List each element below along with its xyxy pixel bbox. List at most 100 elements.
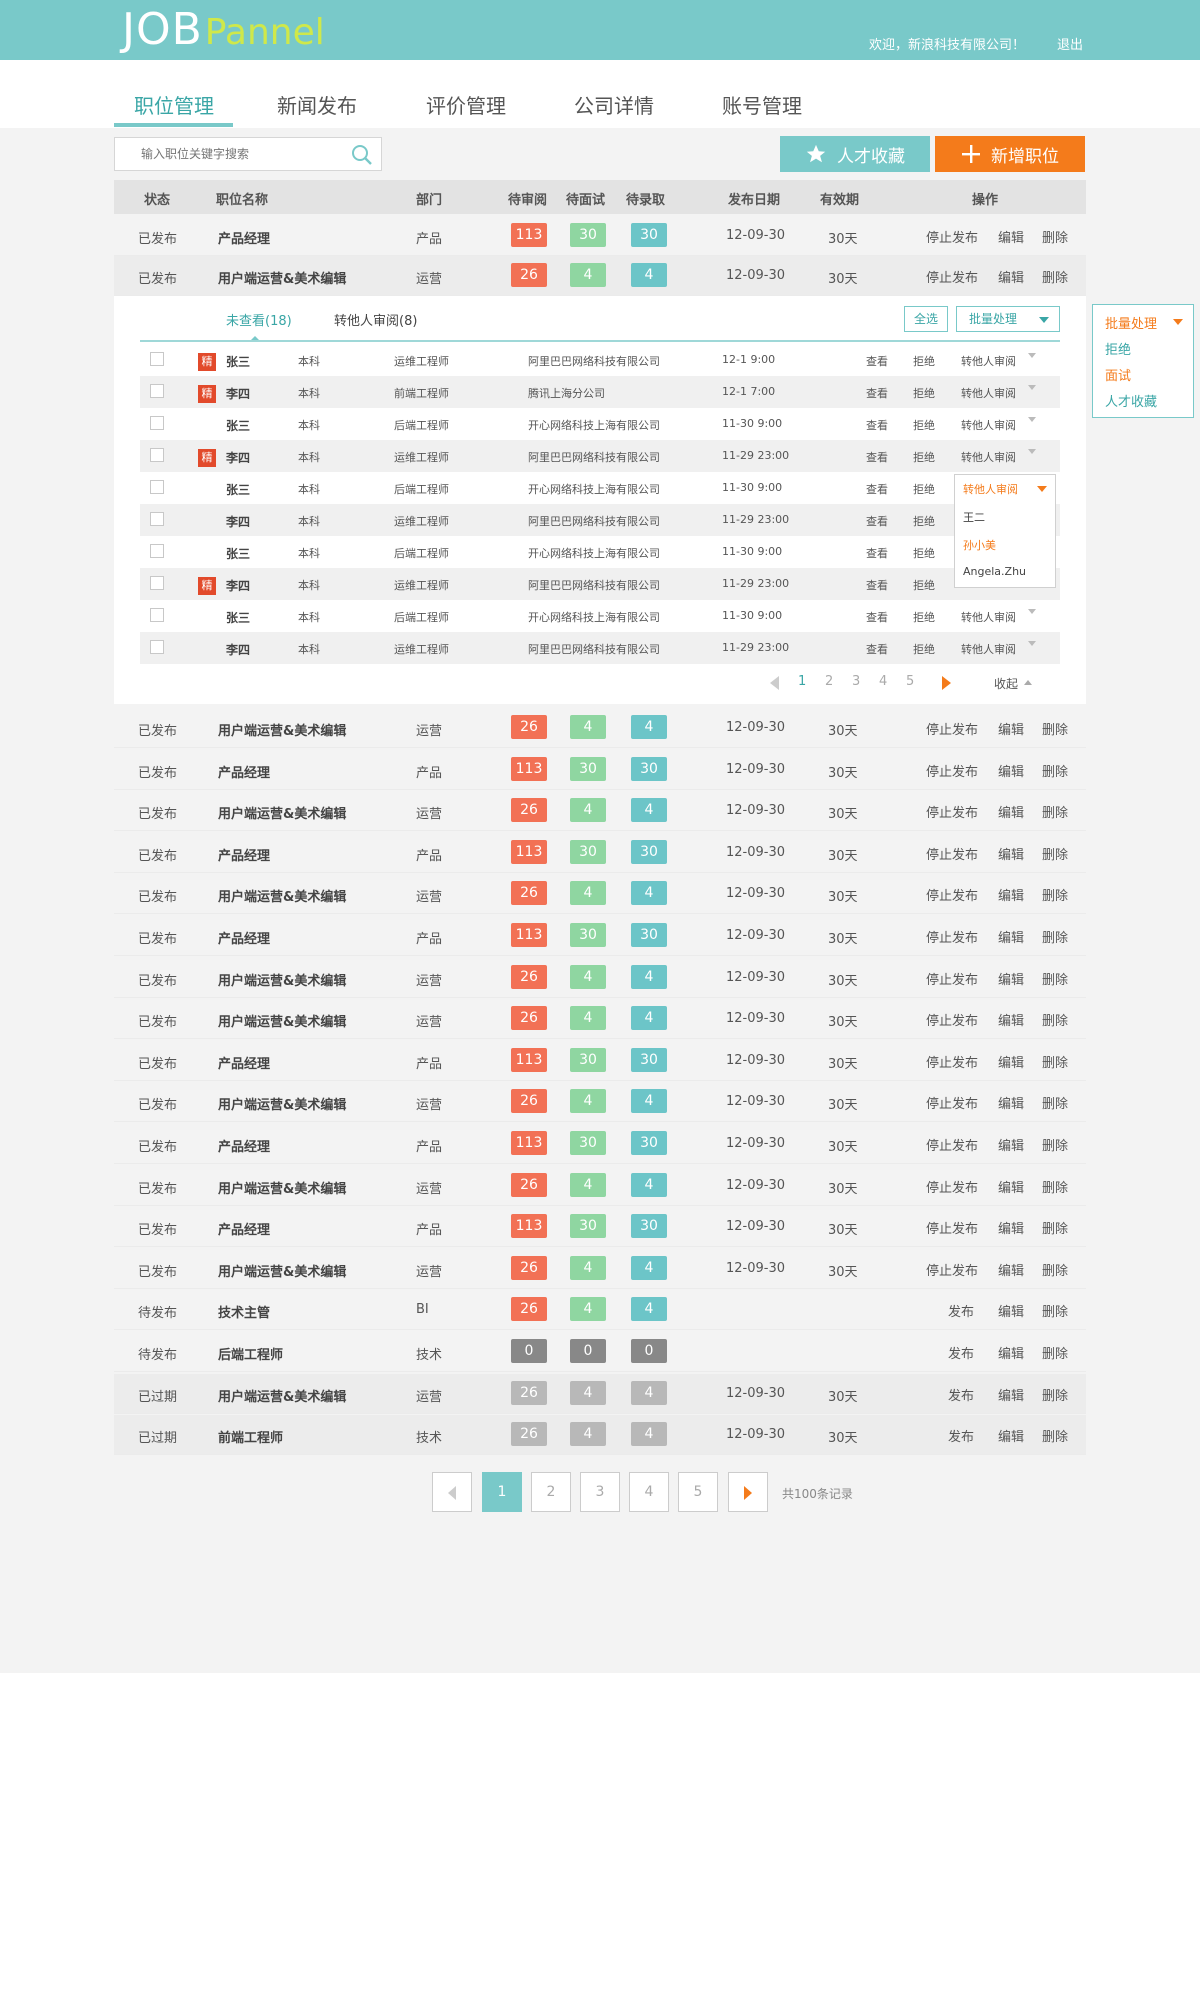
view-link[interactable]: 查看 <box>866 353 888 369</box>
edit-link[interactable]: 编辑 <box>998 1301 1024 1320</box>
edit-link[interactable]: 编辑 <box>998 1260 1024 1279</box>
row-position-name[interactable]: 用户端运营&美术编辑 <box>218 886 346 905</box>
badge-pending-hire[interactable]: 4 <box>631 964 667 989</box>
candidate-name[interactable]: 张三 <box>226 353 250 370</box>
reject-link[interactable]: 拒绝 <box>913 481 935 497</box>
publish-link[interactable]: 发布 <box>948 1301 974 1320</box>
dropdown-option[interactable]: 孙小美 <box>963 537 996 553</box>
badge-pending-hire[interactable]: 4 <box>631 1255 667 1280</box>
delete-link[interactable]: 删除 <box>1042 844 1068 863</box>
edit-link[interactable]: 编辑 <box>998 227 1024 246</box>
candidate-name[interactable]: 李四 <box>226 385 250 402</box>
stop-publish-link[interactable]: 停止发布 <box>926 844 978 863</box>
row-position-name[interactable]: 产品经理 <box>218 928 270 947</box>
badge-pending-hire[interactable]: 30 <box>631 1214 667 1239</box>
badge-pending-hire[interactable]: 4 <box>631 798 667 823</box>
delete-link[interactable]: 删除 <box>1042 1260 1068 1279</box>
delete-link[interactable]: 删除 <box>1042 719 1068 738</box>
row-position-name[interactable]: 产品经理 <box>218 1136 270 1155</box>
stop-publish-link[interactable]: 停止发布 <box>926 267 978 286</box>
add-position-button[interactable]: 新增职位 <box>935 136 1085 172</box>
reject-link[interactable]: 拒绝 <box>913 353 935 369</box>
dropdown-option[interactable]: 王二 <box>963 509 985 525</box>
edit-link[interactable]: 编辑 <box>998 1177 1024 1196</box>
reject-link[interactable]: 拒绝 <box>913 385 935 401</box>
panel-page-3[interactable]: 3 <box>852 674 860 689</box>
row-checkbox[interactable] <box>150 576 164 590</box>
view-link[interactable]: 查看 <box>866 577 888 593</box>
stop-publish-link[interactable]: 停止发布 <box>926 1218 978 1237</box>
stop-publish-link[interactable]: 停止发布 <box>926 1135 978 1154</box>
side-batch-head[interactable]: 批量处理 <box>1105 313 1183 332</box>
edit-link[interactable]: 编辑 <box>998 1010 1024 1029</box>
view-link[interactable]: 查看 <box>866 481 888 497</box>
edit-link[interactable]: 编辑 <box>998 844 1024 863</box>
delete-link[interactable]: 删除 <box>1042 969 1068 988</box>
publish-link[interactable]: 发布 <box>948 1426 974 1445</box>
stop-publish-link[interactable]: 停止发布 <box>926 885 978 904</box>
stop-publish-link[interactable]: 停止发布 <box>926 927 978 946</box>
delete-link[interactable]: 删除 <box>1042 802 1068 821</box>
reject-link[interactable]: 拒绝 <box>913 641 935 657</box>
badge-pending-hire[interactable]: 0 <box>631 1339 667 1363</box>
side-interview[interactable]: 面试 <box>1105 365 1131 384</box>
reject-link[interactable]: 拒绝 <box>913 513 935 529</box>
candidate-name[interactable]: 张三 <box>226 609 250 626</box>
row-checkbox[interactable] <box>150 448 164 462</box>
select-all-button[interactable]: 全选 <box>904 306 948 332</box>
delete-link[interactable]: 删除 <box>1042 1093 1068 1112</box>
dropdown-head[interactable]: 转他人审阅 <box>963 481 1047 497</box>
view-link[interactable]: 查看 <box>866 417 888 433</box>
candidate-name[interactable]: 李四 <box>226 449 250 466</box>
row-position-name[interactable]: 用户端运营&美术编辑 <box>218 268 346 287</box>
edit-link[interactable]: 编辑 <box>998 719 1024 738</box>
row-position-name[interactable]: 产品经理 <box>218 762 270 781</box>
badge-pending-review[interactable]: 26 <box>511 964 547 989</box>
edit-link[interactable]: 编辑 <box>998 1093 1024 1112</box>
badge-pending-interview[interactable]: 4 <box>570 1297 606 1322</box>
badge-pending-review[interactable]: 113 <box>511 923 547 947</box>
transfer-link[interactable]: 转他人审阅 <box>961 609 1016 625</box>
delete-link[interactable]: 删除 <box>1042 1135 1068 1154</box>
badge-pending-hire[interactable]: 30 <box>631 1047 667 1072</box>
dropdown-option[interactable]: Angela.Zhu <box>963 565 1026 578</box>
nav-tab-account[interactable]: 账号管理 <box>722 90 802 119</box>
delete-link[interactable]: 删除 <box>1042 1301 1068 1320</box>
edit-link[interactable]: 编辑 <box>998 802 1024 821</box>
transfer-link[interactable]: 转他人审阅 <box>961 449 1016 465</box>
badge-pending-hire[interactable]: 4 <box>631 263 667 287</box>
badge-pending-review[interactable]: 113 <box>511 223 547 247</box>
publish-link[interactable]: 发布 <box>948 1343 974 1362</box>
edit-link[interactable]: 编辑 <box>998 1052 1024 1071</box>
stop-publish-link[interactable]: 停止发布 <box>926 719 978 738</box>
stop-publish-link[interactable]: 停止发布 <box>926 1052 978 1071</box>
stop-publish-link[interactable]: 停止发布 <box>926 1260 978 1279</box>
badge-pending-review[interactable]: 113 <box>511 1214 547 1239</box>
delete-link[interactable]: 删除 <box>1042 1010 1068 1029</box>
row-position-name[interactable]: 产品经理 <box>218 1053 270 1072</box>
row-position-name[interactable]: 用户端运营&美术编辑 <box>218 970 346 989</box>
side-reject[interactable]: 拒绝 <box>1105 339 1131 358</box>
page-1[interactable]: 1 <box>482 1472 522 1512</box>
row-position-name[interactable]: 用户端运营&美术编辑 <box>218 1011 346 1030</box>
edit-link[interactable]: 编辑 <box>998 927 1024 946</box>
delete-link[interactable]: 删除 <box>1042 1385 1068 1404</box>
edit-link[interactable]: 编辑 <box>998 1343 1024 1362</box>
candidate-name[interactable]: 李四 <box>226 577 250 594</box>
chevron-down-icon[interactable] <box>1028 385 1036 390</box>
tab-unread[interactable]: 未查看(18) <box>226 310 292 329</box>
badge-pending-interview[interactable]: 30 <box>570 756 606 781</box>
edit-link[interactable]: 编辑 <box>998 1426 1024 1445</box>
batch-process-button[interactable]: 批量处理 <box>956 306 1060 332</box>
row-position-name[interactable]: 前端工程师 <box>218 1427 283 1446</box>
candidate-name[interactable]: 张三 <box>226 417 250 434</box>
page-3[interactable]: 3 <box>580 1472 620 1512</box>
badge-pending-interview[interactable]: 30 <box>570 923 606 947</box>
page-2[interactable]: 2 <box>531 1472 571 1512</box>
badge-pending-review[interactable]: 26 <box>511 1006 547 1031</box>
row-position-name[interactable]: 用户端运营&美术编辑 <box>218 1094 346 1113</box>
publish-link[interactable]: 发布 <box>948 1385 974 1404</box>
stop-publish-link[interactable]: 停止发布 <box>926 1010 978 1029</box>
delete-link[interactable]: 删除 <box>1042 1052 1068 1071</box>
badge-pending-interview[interactable]: 4 <box>570 263 606 287</box>
